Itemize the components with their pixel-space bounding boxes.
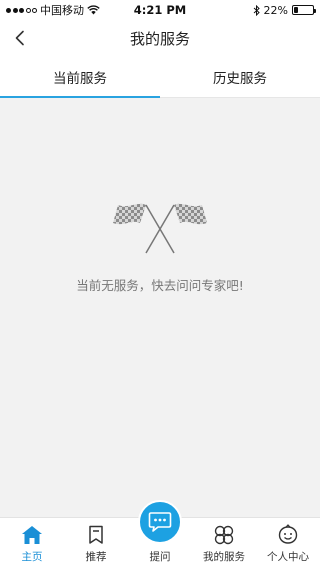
tab-history-services[interactable]: 历史服务	[160, 56, 320, 97]
home-icon	[22, 526, 42, 544]
battery-icon	[292, 5, 316, 15]
battery-level	[294, 7, 299, 13]
bookmark-icon	[89, 525, 103, 544]
bluetooth-icon	[253, 4, 260, 16]
tabbar-label: 个人中心	[267, 551, 309, 563]
chevron-left-icon	[15, 30, 24, 46]
tabbar-label: 提问	[149, 551, 171, 563]
empty-state: 当前无服务，快去问问专家吧!	[0, 195, 320, 294]
status-bar: 中国移动 4:21 PM 22%	[0, 0, 320, 20]
tabbar-item-recommend[interactable]: 推荐	[64, 518, 128, 569]
bottom-tab-bar: 主页 推荐 提问 我的服务 个人中心	[0, 500, 320, 569]
wifi-icon	[87, 5, 100, 15]
page-title: 我的服务	[129, 29, 190, 48]
checkered-flags-icon	[113, 203, 207, 254]
tabbar-item-home[interactable]: 主页	[0, 518, 64, 569]
navigation-bar: 我的服务	[0, 20, 320, 56]
empty-message: 当前无服务，快去问问专家吧!	[76, 278, 244, 293]
carrier-name: 中国移动	[40, 4, 84, 17]
back-button[interactable]	[8, 26, 32, 50]
clover-icon	[214, 525, 234, 545]
smiley-icon	[278, 524, 298, 544]
battery-percent: 22%	[263, 3, 288, 17]
tabbar-item-ask[interactable]: 提问	[128, 500, 192, 569]
tabbar-item-my-services[interactable]: 我的服务	[192, 518, 256, 569]
tab-current-services[interactable]: 当前服务	[0, 56, 160, 98]
ask-button[interactable]	[138, 500, 182, 544]
tabbar-label: 推荐	[85, 551, 107, 563]
tabbar-label: 我的服务	[203, 551, 245, 563]
signal-dots-icon	[6, 7, 37, 13]
tabbar-item-profile[interactable]: 个人中心	[256, 518, 320, 569]
service-tabs: 当前服务 历史服务	[0, 56, 320, 98]
tabbar-label: 主页	[21, 551, 43, 563]
chat-bubble-icon	[148, 512, 172, 532]
